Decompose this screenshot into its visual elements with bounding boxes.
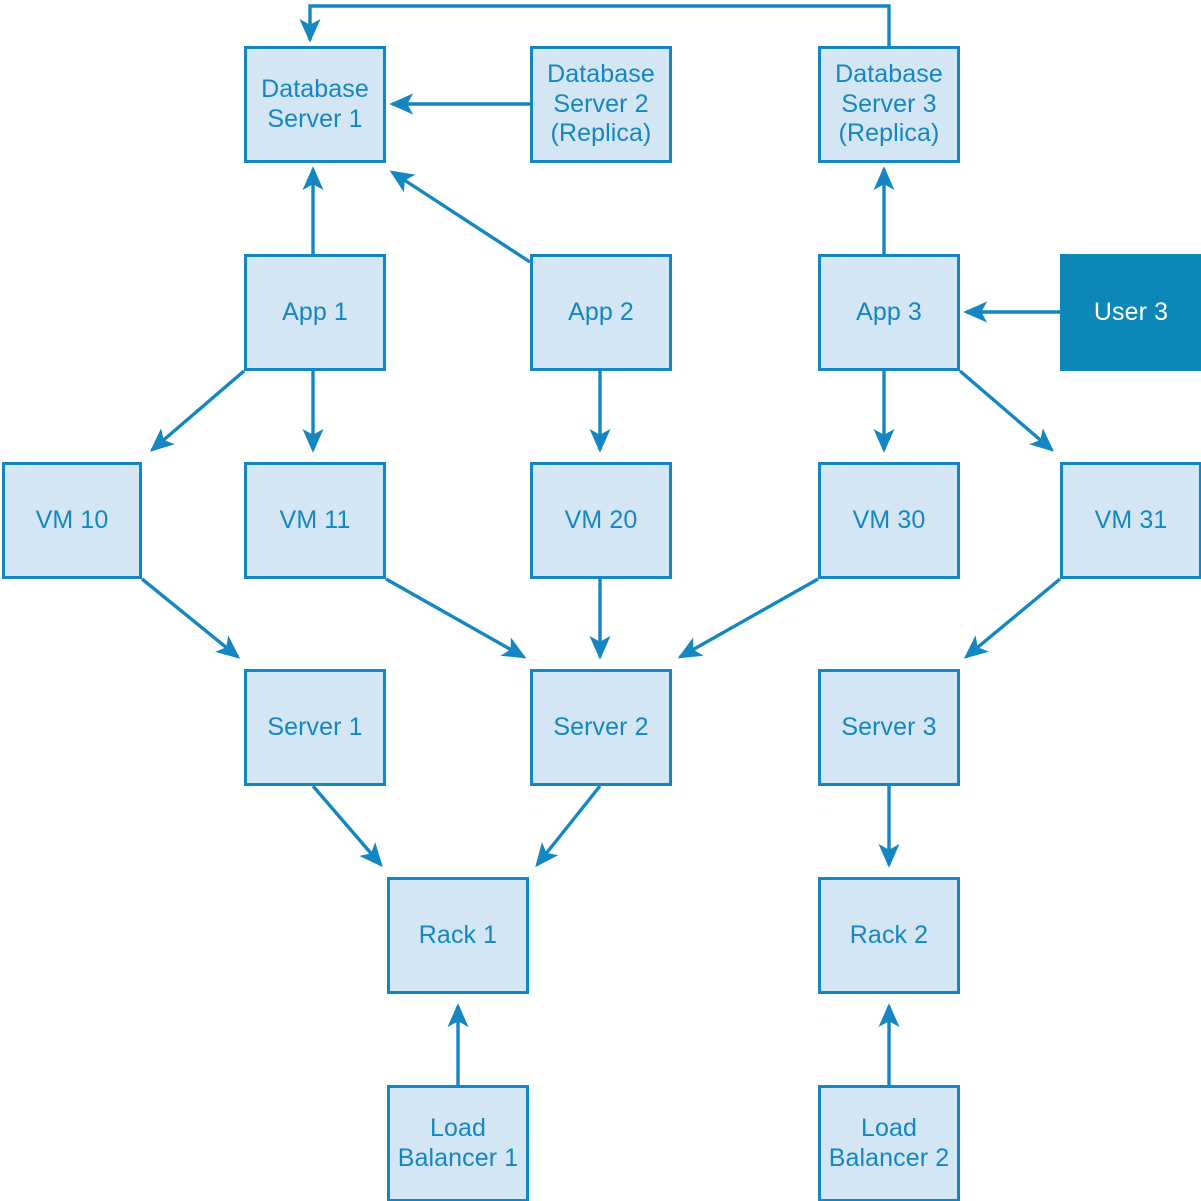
node-lb1[interactable]: Load Balancer 1 — [387, 1085, 529, 1201]
node-label-srv2: Server 2 — [553, 712, 649, 741]
node-lb2[interactable]: Load Balancer 2 — [818, 1085, 960, 1201]
node-label-app2: App 2 — [568, 297, 634, 326]
node-label-vm10: VM 10 — [35, 505, 109, 534]
node-rack2[interactable]: Rack 2 — [818, 877, 960, 994]
node-label-vm30: VM 30 — [852, 505, 926, 534]
edge-vm31-to-srv3 — [963, 577, 1062, 659]
node-srv2[interactable]: Server 2 — [530, 669, 672, 786]
node-app2[interactable]: App 2 — [530, 254, 672, 371]
node-user3[interactable]: User 3 — [1060, 254, 1201, 371]
node-vm30[interactable]: VM 30 — [818, 462, 960, 579]
edge-db3-to-db1 — [299, 4, 891, 46]
node-label-vm11: VM 11 — [279, 505, 351, 534]
node-vm11[interactable]: VM 11 — [244, 462, 386, 579]
edge-layer — [140, 4, 1062, 1085]
node-label-vm31: VM 31 — [1094, 505, 1168, 534]
node-label-vm20: VM 20 — [564, 505, 638, 534]
node-db1[interactable]: Database Server 1 — [244, 46, 386, 163]
node-label-rack2: Rack 2 — [849, 920, 929, 949]
edge-app2-to-db1 — [389, 170, 531, 264]
edge-app3-to-vm31 — [958, 369, 1055, 452]
node-label-user3: User 3 — [1093, 297, 1169, 326]
node-app3[interactable]: App 3 — [818, 254, 960, 371]
node-srv3[interactable]: Server 3 — [818, 669, 960, 786]
node-label-srv3: Server 3 — [841, 712, 937, 741]
node-label-srv1: Server 1 — [267, 712, 363, 741]
node-db3[interactable]: Database Server 3 (Replica) — [818, 46, 960, 163]
node-vm10[interactable]: VM 10 — [2, 462, 142, 579]
node-label-lb2: Load Balancer 2 — [828, 1114, 950, 1172]
node-vm20[interactable]: VM 20 — [530, 462, 672, 579]
diagram-canvas: Database Server 1 Database Server 2 (Repl… — [0, 0, 1201, 1201]
edge-vm30-to-srv2 — [677, 577, 819, 659]
node-label-rack1: Rack 1 — [418, 920, 498, 949]
node-label-app1: App 1 — [282, 297, 348, 326]
node-app1[interactable]: App 1 — [244, 254, 386, 371]
node-db2[interactable]: Database Server 2 (Replica) — [530, 46, 672, 163]
node-label-lb1: Load Balancer 1 — [397, 1114, 519, 1172]
node-label-db1: Database Server 1 — [261, 75, 369, 133]
node-label-app3: App 3 — [856, 297, 922, 326]
node-vm31[interactable]: VM 31 — [1060, 462, 1201, 579]
node-srv1[interactable]: Server 1 — [244, 669, 386, 786]
edge-srv2-to-rack1 — [535, 784, 602, 868]
node-rack1[interactable]: Rack 1 — [387, 877, 529, 994]
node-label-db3: Database Server 3 (Replica) — [835, 60, 943, 148]
edge-vm11-to-srv2 — [385, 577, 527, 659]
edge-vm10-to-srv1 — [140, 577, 241, 659]
edge-app1-to-vm10 — [149, 369, 246, 452]
node-label-db2: Database Server 2 (Replica) — [547, 60, 655, 148]
edge-srv1-to-rack1 — [311, 784, 383, 868]
